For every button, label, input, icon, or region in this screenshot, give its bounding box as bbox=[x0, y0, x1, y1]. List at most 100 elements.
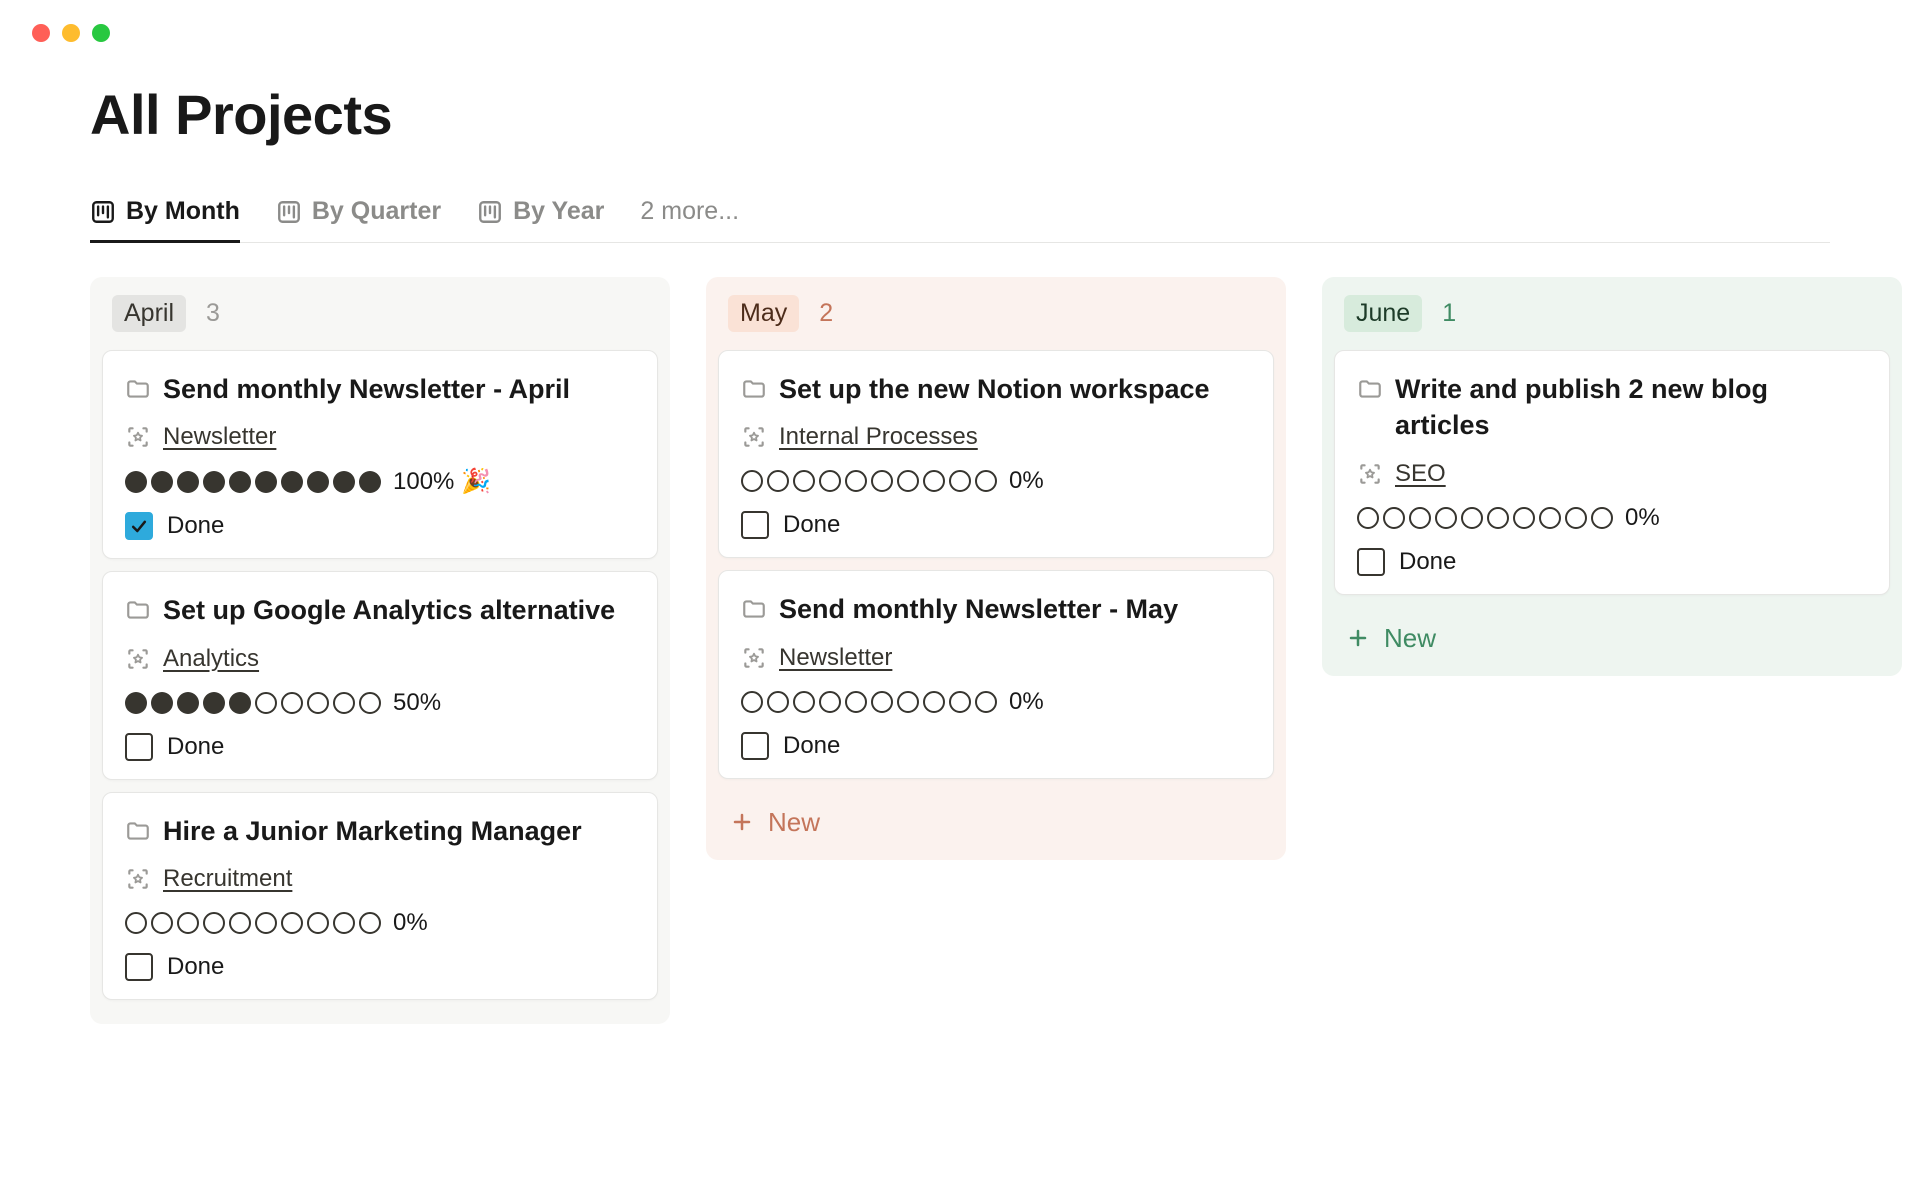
folder-icon bbox=[125, 818, 151, 844]
card-category[interactable]: Newsletter bbox=[779, 644, 892, 672]
progress-dot bbox=[229, 471, 251, 493]
progress-dot bbox=[767, 470, 789, 492]
progress-dot bbox=[1539, 507, 1561, 529]
progress-dot bbox=[203, 471, 225, 493]
done-checkbox[interactable] bbox=[1357, 548, 1385, 576]
progress-dot bbox=[177, 471, 199, 493]
progress-bar: 50% bbox=[125, 689, 635, 717]
progress-dot bbox=[333, 692, 355, 714]
card-title: Send monthly Newsletter - April bbox=[163, 371, 570, 407]
progress-dot bbox=[949, 691, 971, 713]
column-may: May 2 Set up the new Notion workspace In… bbox=[706, 277, 1286, 860]
card-category[interactable]: Internal Processes bbox=[779, 423, 978, 451]
progress-label: 100% 🎉 bbox=[393, 467, 491, 496]
board-icon bbox=[477, 199, 503, 225]
target-icon bbox=[125, 646, 151, 672]
view-tab-by-month[interactable]: By Month bbox=[90, 187, 240, 242]
progress-dot bbox=[177, 912, 199, 934]
progress-dot bbox=[793, 691, 815, 713]
progress-dot bbox=[151, 471, 173, 493]
card-category[interactable]: Newsletter bbox=[163, 423, 276, 451]
progress-dot bbox=[255, 912, 277, 934]
folder-icon bbox=[125, 597, 151, 623]
column-count: 3 bbox=[206, 299, 220, 328]
project-card[interactable]: Write and publish 2 new blog articles SE… bbox=[1334, 350, 1890, 595]
progress-bar: 0% bbox=[741, 467, 1251, 495]
progress-dot bbox=[307, 471, 329, 493]
folder-icon bbox=[741, 596, 767, 622]
progress-dot bbox=[767, 691, 789, 713]
progress-dot bbox=[125, 471, 147, 493]
project-card[interactable]: Set up Google Analytics alternative Anal… bbox=[102, 571, 658, 779]
view-tab-by-quarter[interactable]: By Quarter bbox=[276, 187, 441, 242]
progress-dot bbox=[151, 692, 173, 714]
card-title: Send monthly Newsletter - May bbox=[779, 591, 1178, 627]
progress-dot bbox=[741, 691, 763, 713]
folder-icon bbox=[125, 376, 151, 402]
progress-dot bbox=[793, 470, 815, 492]
progress-dot bbox=[1409, 507, 1431, 529]
target-icon bbox=[125, 866, 151, 892]
column-tag[interactable]: April bbox=[112, 295, 186, 332]
progress-dot bbox=[151, 912, 173, 934]
progress-dot bbox=[125, 692, 147, 714]
progress-dot bbox=[819, 691, 841, 713]
done-label: Done bbox=[167, 733, 224, 761]
card-title: Set up Google Analytics alternative bbox=[163, 592, 615, 628]
progress-dot bbox=[1487, 507, 1509, 529]
progress-dot bbox=[741, 470, 763, 492]
progress-dot bbox=[229, 912, 251, 934]
progress-dot bbox=[1513, 507, 1535, 529]
new-card-label: New bbox=[1384, 623, 1436, 654]
done-label: Done bbox=[1399, 548, 1456, 576]
progress-label: 0% bbox=[1009, 688, 1044, 716]
page-title: All Projects bbox=[90, 82, 1830, 147]
project-card[interactable]: Set up the new Notion workspace Internal… bbox=[718, 350, 1274, 558]
maximize-window-button[interactable] bbox=[92, 24, 110, 42]
progress-dot bbox=[1461, 507, 1483, 529]
column-header: April 3 bbox=[102, 289, 658, 350]
progress-dot bbox=[255, 692, 277, 714]
progress-dot bbox=[359, 692, 381, 714]
progress-bar: 100% 🎉 bbox=[125, 467, 635, 496]
done-checkbox[interactable] bbox=[741, 732, 769, 760]
project-card[interactable]: Hire a Junior Marketing Manager Recruitm… bbox=[102, 792, 658, 1000]
progress-dot bbox=[359, 912, 381, 934]
done-checkbox[interactable] bbox=[125, 733, 153, 761]
project-card[interactable]: Send monthly Newsletter - April Newslett… bbox=[102, 350, 658, 559]
done-checkbox[interactable] bbox=[741, 511, 769, 539]
project-card[interactable]: Send monthly Newsletter - May Newsletter… bbox=[718, 570, 1274, 778]
progress-dot bbox=[359, 471, 381, 493]
progress-bar: 0% bbox=[1357, 504, 1867, 532]
new-card-button[interactable]: New bbox=[718, 791, 1274, 848]
new-card-label: New bbox=[768, 807, 820, 838]
card-category[interactable]: Analytics bbox=[163, 645, 259, 673]
view-tab-label: By Year bbox=[513, 197, 604, 226]
column-header: June 1 bbox=[1334, 289, 1890, 350]
board-icon bbox=[276, 199, 302, 225]
new-card-button[interactable]: New bbox=[1334, 607, 1890, 664]
progress-dot bbox=[845, 470, 867, 492]
view-tab-by-year[interactable]: By Year bbox=[477, 187, 604, 242]
window-controls bbox=[0, 0, 1920, 42]
progress-dot bbox=[203, 912, 225, 934]
progress-dot bbox=[975, 691, 997, 713]
minimize-window-button[interactable] bbox=[62, 24, 80, 42]
more-views-button[interactable]: 2 more... bbox=[640, 187, 739, 242]
progress-dot bbox=[255, 471, 277, 493]
card-category[interactable]: SEO bbox=[1395, 460, 1446, 488]
done-checkbox[interactable] bbox=[125, 512, 153, 540]
progress-dot bbox=[281, 912, 303, 934]
column-tag[interactable]: June bbox=[1344, 295, 1422, 332]
card-category[interactable]: Recruitment bbox=[163, 865, 292, 893]
folder-icon bbox=[741, 376, 767, 402]
column-count: 1 bbox=[1442, 299, 1456, 328]
progress-dot bbox=[177, 692, 199, 714]
column-header: May 2 bbox=[718, 289, 1274, 350]
folder-icon bbox=[1357, 376, 1383, 402]
view-tab-label: By Quarter bbox=[312, 197, 441, 226]
column-tag[interactable]: May bbox=[728, 295, 799, 332]
done-checkbox[interactable] bbox=[125, 953, 153, 981]
close-window-button[interactable] bbox=[32, 24, 50, 42]
progress-dot bbox=[1383, 507, 1405, 529]
